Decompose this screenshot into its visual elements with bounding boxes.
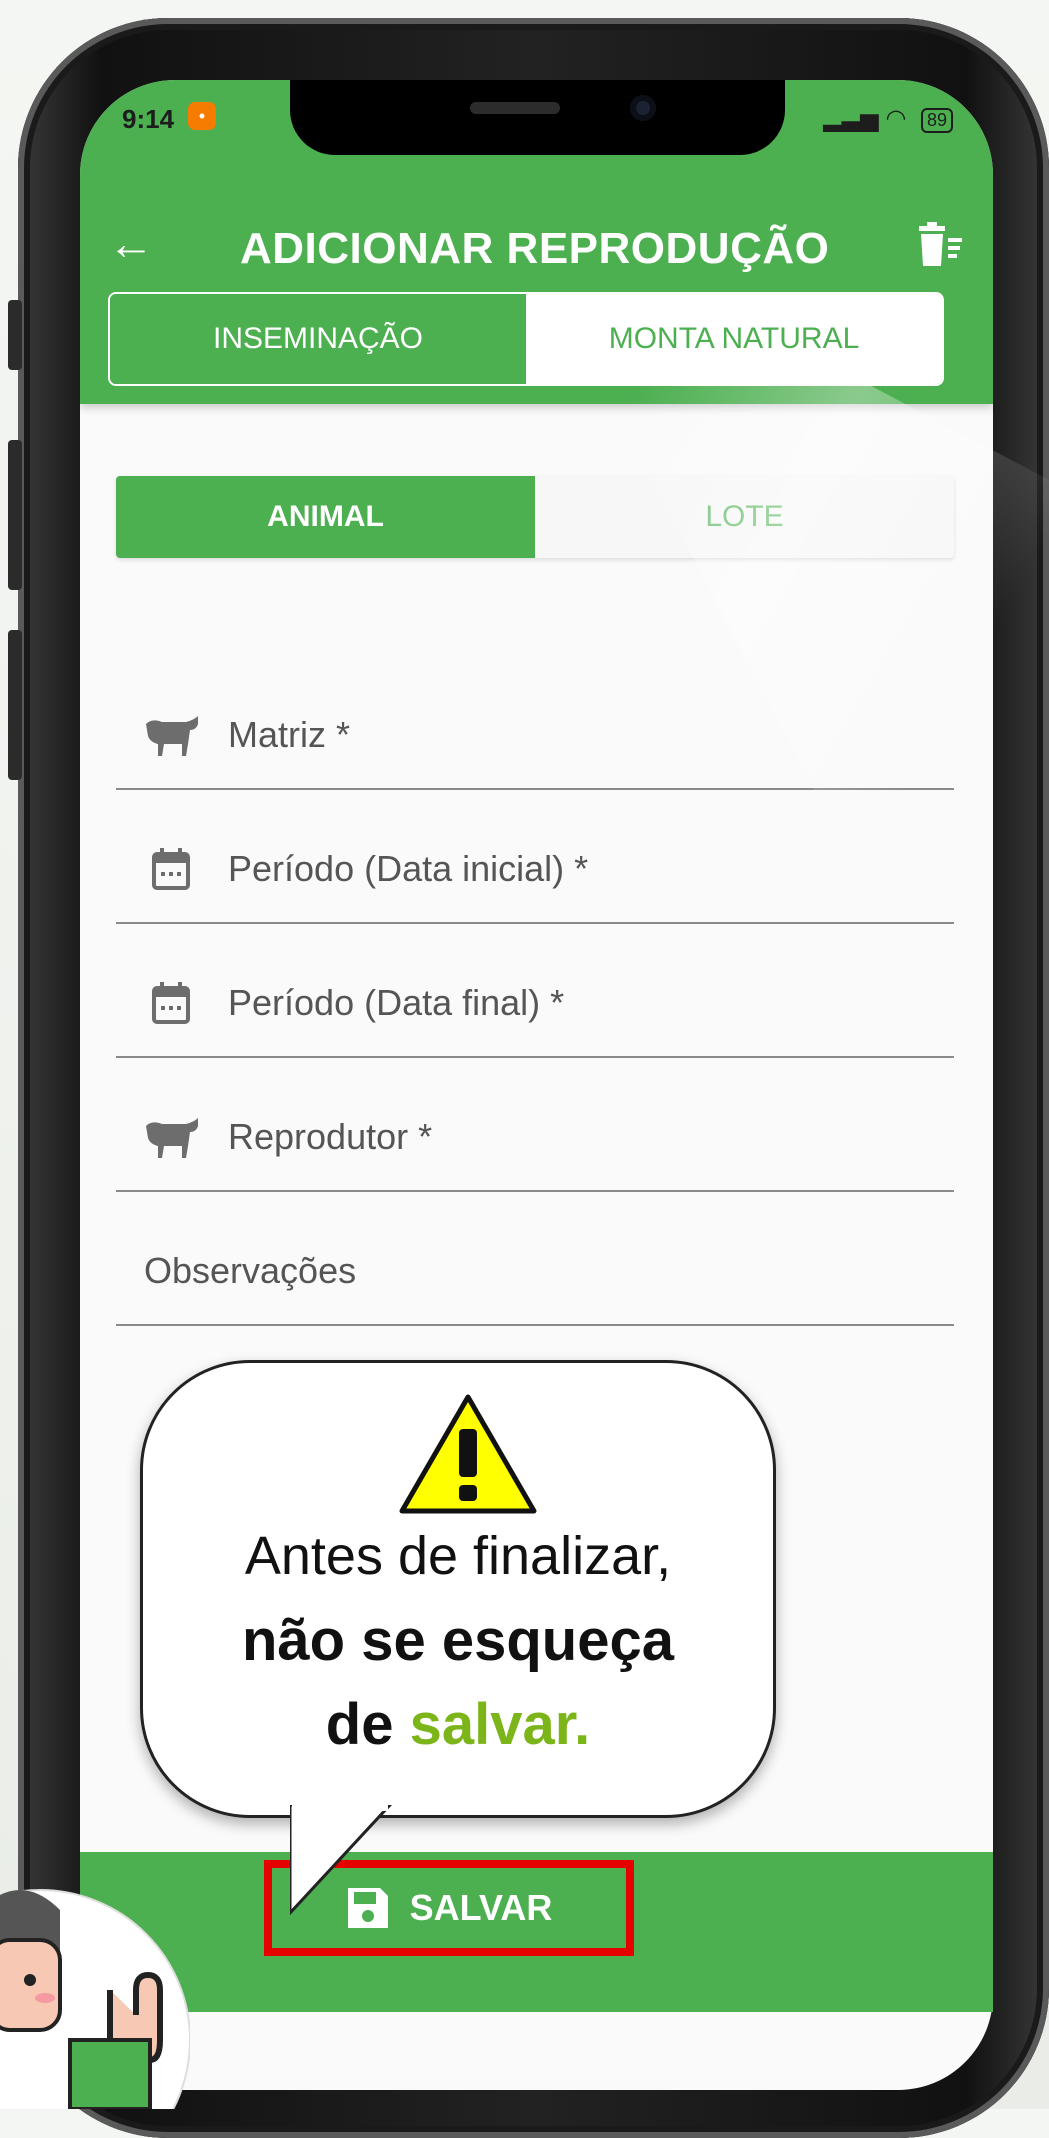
- tab-animal[interactable]: ANIMAL: [116, 476, 535, 558]
- warning-icon: [399, 1394, 537, 1514]
- tip-line-2: não se esqueça: [242, 1608, 674, 1673]
- system-icons: ▂▃▅ ◠ 89: [823, 104, 953, 133]
- matriz-field[interactable]: Matriz *: [116, 654, 954, 790]
- notch: [290, 80, 785, 155]
- tab-inseminacao[interactable]: INSEMINAÇÃO: [110, 294, 526, 384]
- tip-line-3-prefix: de: [325, 1692, 410, 1757]
- app-header: ← ADICIONAR REPRODUÇÃO INSEMINAÇÃO MONTA…: [80, 160, 993, 404]
- method-tabs: INSEMINAÇÃO MONTA NATURAL: [108, 292, 944, 386]
- front-camera: [630, 95, 656, 121]
- page-title: ADICIONAR REPRODUÇÃO: [240, 224, 830, 273]
- volume-up-button: [8, 440, 22, 590]
- data-inicial-field[interactable]: Período (Data inicial) *: [116, 788, 954, 924]
- calendar-icon: [152, 982, 190, 1024]
- observacoes-label: Observações: [144, 1250, 357, 1291]
- battery-icon: 89: [920, 108, 953, 133]
- tip-line-3-accent: salvar.: [409, 1692, 591, 1757]
- calendar-icon: [152, 848, 190, 890]
- tab-monta-natural[interactable]: MONTA NATURAL: [526, 294, 942, 384]
- notification-icon: •: [188, 102, 216, 130]
- save-label: SALVAR: [409, 1887, 553, 1928]
- tip-line-1: Antes de finalizar,: [244, 1526, 672, 1586]
- reprodutor-field[interactable]: Reprodutor *: [116, 1056, 954, 1192]
- reprodutor-label: Reprodutor *: [228, 1116, 433, 1157]
- mute-switch: [8, 300, 22, 370]
- status-time: 9:14: [122, 104, 175, 134]
- signal-icon: ▂▃▅: [823, 105, 879, 132]
- target-tabs: ANIMAL LOTE: [116, 476, 954, 558]
- mascot-illustration: [0, 1889, 190, 2109]
- observacoes-field[interactable]: Observações: [116, 1190, 954, 1326]
- tip-bubble: Antes de finalizar, não se esqueça de sa…: [140, 1360, 776, 1818]
- data-final-label: Período (Data final) *: [228, 982, 565, 1023]
- data-inicial-label: Período (Data inicial) *: [228, 848, 589, 889]
- matriz-label: Matriz *: [228, 714, 351, 755]
- volume-down-button: [8, 630, 22, 780]
- data-final-field[interactable]: Período (Data final) *: [116, 922, 954, 1058]
- tab-lote[interactable]: LOTE: [535, 476, 954, 558]
- cow-icon: [146, 1118, 198, 1158]
- wifi-icon: ◠: [885, 105, 907, 132]
- cow-icon: [146, 716, 198, 756]
- speaker-grille: [470, 102, 560, 114]
- back-arrow-icon[interactable]: ←: [108, 218, 158, 268]
- delete-icon[interactable]: [915, 222, 965, 268]
- bubble-tail: [290, 1805, 393, 1915]
- tip-line-3: de salvar.: [143, 1691, 773, 1758]
